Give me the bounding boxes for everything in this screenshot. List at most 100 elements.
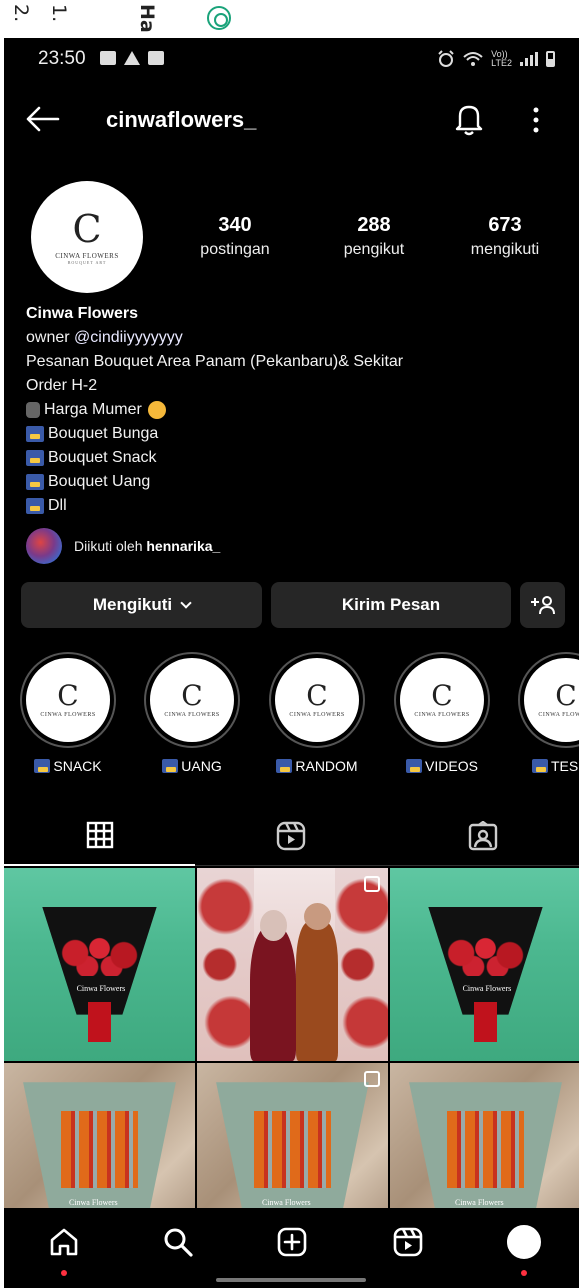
- highlight-cover: CCINWA FLOWERS: [400, 658, 484, 742]
- logo-letter: C: [57, 679, 79, 712]
- chevron-down-icon: [180, 597, 192, 609]
- highlight-label-text: SNACK: [53, 758, 102, 774]
- multi-post-icon: [364, 1071, 380, 1087]
- nav-create[interactable]: [272, 1222, 312, 1262]
- bio-price-text: Harga Mumer: [44, 401, 142, 418]
- tab-posts-grid[interactable]: [4, 806, 195, 866]
- following-button[interactable]: Mengikuti: [21, 582, 262, 628]
- picture-emoji-icon: [406, 759, 423, 773]
- tab-tagged[interactable]: [386, 806, 579, 866]
- bio-flower-text: Bouquet Bunga: [48, 425, 159, 442]
- phone-screen: 23:50 Vo)) LTE2 cinwaflowers_ C CINWA FL…: [4, 38, 579, 1288]
- notification-dot: [521, 1270, 527, 1276]
- highlight-snack[interactable]: C CINWA FLOWERS SNACK: [18, 652, 118, 774]
- back-arrow-icon[interactable]: [26, 106, 60, 132]
- bio-line-price: Harga Mumer: [26, 398, 403, 422]
- hand-emoji-icon: [26, 402, 40, 418]
- following-count[interactable]: 673 mengikuti: [450, 214, 560, 259]
- following-count-value: 673: [488, 214, 522, 236]
- highlight-label-text: TES: [551, 758, 579, 774]
- bio-line-snack: Bouquet Snack: [26, 446, 403, 470]
- system-home-indicator[interactable]: [216, 1278, 366, 1282]
- profile-name: Cinwa Flowers: [26, 305, 139, 322]
- bio-snack-text: Bouquet Snack: [48, 449, 157, 466]
- logo-text: CINWA FLOWERS: [538, 712, 579, 718]
- logo-letter: C: [555, 679, 577, 712]
- highlight-videos[interactable]: C CINWA FLOWERS VIDEOS: [392, 652, 492, 774]
- picture-emoji-icon: [276, 759, 293, 773]
- signal-icon: [520, 52, 538, 66]
- message-button[interactable]: Kirim Pesan: [271, 582, 511, 628]
- following-count-label: mengikuti: [470, 241, 540, 258]
- bell-icon[interactable]: [454, 102, 484, 136]
- post-thumbnail[interactable]: [197, 868, 388, 1061]
- post-watermark: Cinwa Flowers: [454, 1198, 504, 1208]
- notification-dot: [61, 1270, 67, 1276]
- doc-text-line-1: 2.: [10, 4, 32, 23]
- picture-emoji-icon: [26, 498, 44, 514]
- post-watermark: Cinwa Flowers: [68, 1198, 118, 1208]
- posts-count[interactable]: 340 postingan: [190, 214, 280, 259]
- grid-icon: [86, 821, 113, 849]
- status-right-icons: Vo)) LTE2: [437, 50, 555, 68]
- more-options-icon[interactable]: [528, 106, 544, 134]
- logo-text: CINWA FLOWERS: [55, 251, 119, 260]
- profile-avatar[interactable]: C CINWA FLOWERS BOUQUET ART: [31, 181, 143, 293]
- highlight-cover: CCINWA FLOWERS: [275, 658, 359, 742]
- bio-etc-text: Dll: [48, 497, 67, 514]
- warning-icon: [124, 51, 140, 65]
- battery-icon: [546, 51, 555, 67]
- highlight-cover: CCINWA FLOWERS: [26, 658, 110, 742]
- logo-subtext: BOUQUET ART: [67, 259, 107, 265]
- profile-avatar-icon: [507, 1225, 541, 1259]
- status-bar: 23:50 Vo)) LTE2: [4, 38, 579, 80]
- nav-search[interactable]: [158, 1222, 198, 1262]
- highlight-label: RANDOM: [267, 758, 367, 774]
- post-thumbnail[interactable]: Cinwa Flowers: [390, 868, 579, 1061]
- highlight-tes[interactable]: CCINWA FLOWERS TES: [516, 652, 579, 774]
- tab-reels[interactable]: [195, 806, 386, 866]
- owner-mention-link[interactable]: @cindiiyyyyyyy: [74, 329, 183, 346]
- post-thumbnail[interactable]: Cinwa Flowers: [4, 868, 195, 1061]
- status-time: 23:50: [38, 48, 86, 69]
- tagged-icon: [468, 820, 497, 850]
- folder-icon: [148, 51, 164, 65]
- bio-money-text: Bouquet Uang: [48, 473, 151, 490]
- logo-text: CINWA FLOWERS: [164, 712, 220, 718]
- posts-grid: Cinwa Flowers Cinwa Flowers Cinwa Flower…: [4, 868, 579, 1256]
- doc-text-line-2: 1.: [48, 4, 70, 23]
- grammarly-icon[interactable]: [207, 6, 231, 30]
- nav-home[interactable]: [44, 1222, 84, 1276]
- highlight-random[interactable]: C CINWA FLOWERS RANDOM: [267, 652, 367, 774]
- highlight-cover: CCINWA FLOWERS: [150, 658, 234, 742]
- logo-letter: C: [181, 679, 203, 712]
- post-image: Cinwa Flowers: [428, 891, 543, 1045]
- picture-emoji-icon: [162, 759, 179, 773]
- post-image: Cinwa Flowers: [42, 891, 157, 1045]
- highlight-label: VIDEOS: [392, 758, 492, 774]
- highlight-label: SNACK: [18, 758, 118, 774]
- followers-count-label: pengikut: [343, 241, 405, 258]
- post-watermark: Cinwa Flowers: [462, 983, 512, 993]
- followed-by-user: hennarika_: [146, 538, 221, 554]
- highlight-uang[interactable]: C CINWA FLOWERS UANG: [142, 652, 242, 774]
- reels-icon: [393, 1227, 423, 1257]
- logo-text: CINWA FLOWERS: [414, 712, 470, 718]
- wifi-icon: [463, 52, 483, 66]
- highlight-ring: CCINWA FLOWERS: [394, 652, 490, 748]
- heart-eyes-emoji-icon: [147, 401, 166, 419]
- bio-owner-prefix: owner: [26, 329, 75, 346]
- logo-letter: C: [431, 679, 453, 712]
- highlight-ring: CCINWA FLOWERS: [144, 652, 240, 748]
- bio-line-money: Bouquet Uang: [26, 470, 403, 494]
- followed-by-text: Diikuti oleh hennarika_: [74, 538, 220, 554]
- status-left-icons: [100, 51, 164, 65]
- followers-count[interactable]: 288 pengikut: [324, 214, 424, 259]
- nav-reels[interactable]: [388, 1222, 428, 1262]
- create-icon: [277, 1227, 307, 1257]
- nav-profile[interactable]: [504, 1222, 544, 1276]
- posts-count-label: postingan: [200, 241, 270, 258]
- header-username: cinwaflowers_: [106, 107, 257, 132]
- followed-by[interactable]: Diikuti oleh hennarika_: [26, 526, 220, 566]
- add-user-button[interactable]: [520, 582, 565, 628]
